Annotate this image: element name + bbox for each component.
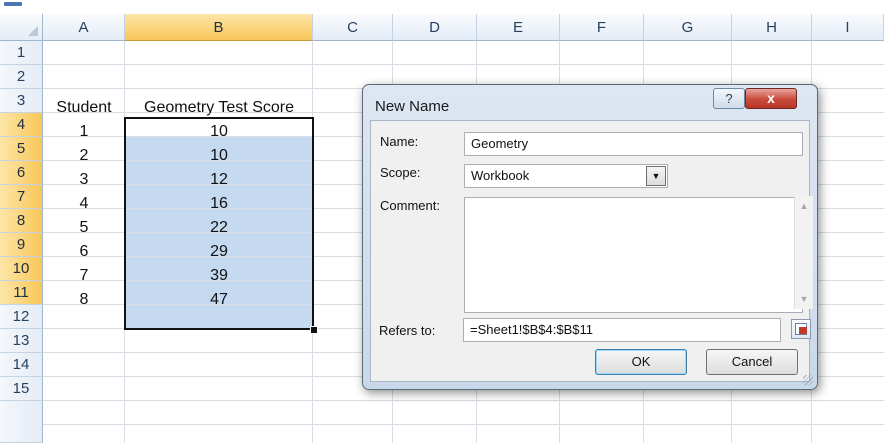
column-header-a[interactable]: A: [43, 14, 125, 41]
cell-a9[interactable]: 6: [43, 240, 125, 264]
cell-a8[interactable]: 5: [43, 216, 125, 240]
resize-grip-icon[interactable]: [803, 375, 813, 385]
row-header-12[interactable]: 12: [0, 305, 43, 329]
row-header-1[interactable]: 1: [0, 41, 43, 65]
row-header-4[interactable]: 4: [0, 113, 43, 137]
cancel-button[interactable]: Cancel: [706, 349, 798, 375]
row-header-8[interactable]: 8: [0, 209, 43, 233]
select-all-corner[interactable]: [0, 14, 43, 41]
help-button[interactable]: ?: [713, 88, 745, 109]
column-header-e[interactable]: E: [477, 14, 560, 41]
column-header-f[interactable]: F: [560, 14, 644, 41]
row-header-3[interactable]: 3: [0, 89, 43, 113]
refers-to-field[interactable]: =Sheet1!$B$4:$B$11: [463, 318, 781, 342]
row-header-10[interactable]: 10: [0, 257, 43, 281]
row-header-2[interactable]: 2: [0, 65, 43, 89]
fill-handle[interactable]: [310, 326, 318, 334]
cell-a3[interactable]: Student: [43, 96, 125, 120]
row-header-15[interactable]: 15: [0, 377, 43, 401]
column-header-i[interactable]: I: [812, 14, 884, 41]
row-header-14[interactable]: 14: [0, 353, 43, 377]
refers-to-label: Refers to:: [379, 323, 436, 338]
name-field[interactable]: Geometry: [464, 132, 803, 156]
chevron-down-icon[interactable]: ▼: [646, 166, 666, 186]
column-header-g[interactable]: G: [644, 14, 732, 41]
cell-a5[interactable]: 2: [43, 144, 125, 168]
scroll-up-icon[interactable]: ▲: [795, 198, 813, 214]
name-label: Name:: [380, 134, 419, 149]
select-all-icon: [28, 26, 38, 36]
column-header-c[interactable]: C: [313, 14, 393, 41]
column-header-d[interactable]: D: [393, 14, 477, 41]
selection-border: [124, 117, 314, 330]
comment-label: Comment:: [380, 198, 440, 213]
red-range-glyph: [799, 327, 807, 334]
cell-a6[interactable]: 3: [43, 168, 125, 192]
gridline: [43, 400, 884, 401]
row-header-11[interactable]: 11: [0, 281, 43, 305]
row-header-9[interactable]: 9: [0, 233, 43, 257]
cell-a10[interactable]: 7: [43, 264, 125, 288]
cell-a4[interactable]: 1: [43, 120, 125, 144]
gridline: [43, 424, 884, 425]
scope-select[interactable]: Workbook ▼: [464, 164, 668, 188]
comment-textarea[interactable]: [464, 197, 803, 313]
cell-a7[interactable]: 4: [43, 192, 125, 216]
scope-label: Scope:: [380, 165, 421, 180]
new-name-dialog: New Name ? x Name: Geometry Scope: Workb…: [362, 84, 818, 390]
column-header-b[interactable]: B: [125, 14, 313, 41]
row-header-7[interactable]: 7: [0, 185, 43, 209]
ribbon-edge-mark: [4, 2, 22, 6]
close-button[interactable]: x: [745, 88, 797, 109]
gridline: [43, 64, 884, 65]
dialog-body: Name: Geometry Scope: Workbook ▼ Comment…: [370, 120, 810, 382]
row-header-5[interactable]: 5: [0, 137, 43, 161]
row-header-6[interactable]: 6: [0, 161, 43, 185]
collapse-dialog-icon[interactable]: [791, 319, 811, 339]
row-header-blank: [0, 401, 43, 443]
column-header-h[interactable]: H: [732, 14, 812, 41]
ok-button[interactable]: OK: [595, 349, 687, 375]
cell-a11[interactable]: 8: [43, 288, 125, 312]
scroll-down-icon[interactable]: ▼: [795, 291, 813, 307]
row-header-13[interactable]: 13: [0, 329, 43, 353]
scope-value: Workbook: [471, 168, 530, 183]
dialog-title: New Name: [375, 98, 450, 115]
ribbon-edge: [0, 0, 884, 14]
comment-scrollbar[interactable]: ▲ ▼: [794, 196, 813, 309]
